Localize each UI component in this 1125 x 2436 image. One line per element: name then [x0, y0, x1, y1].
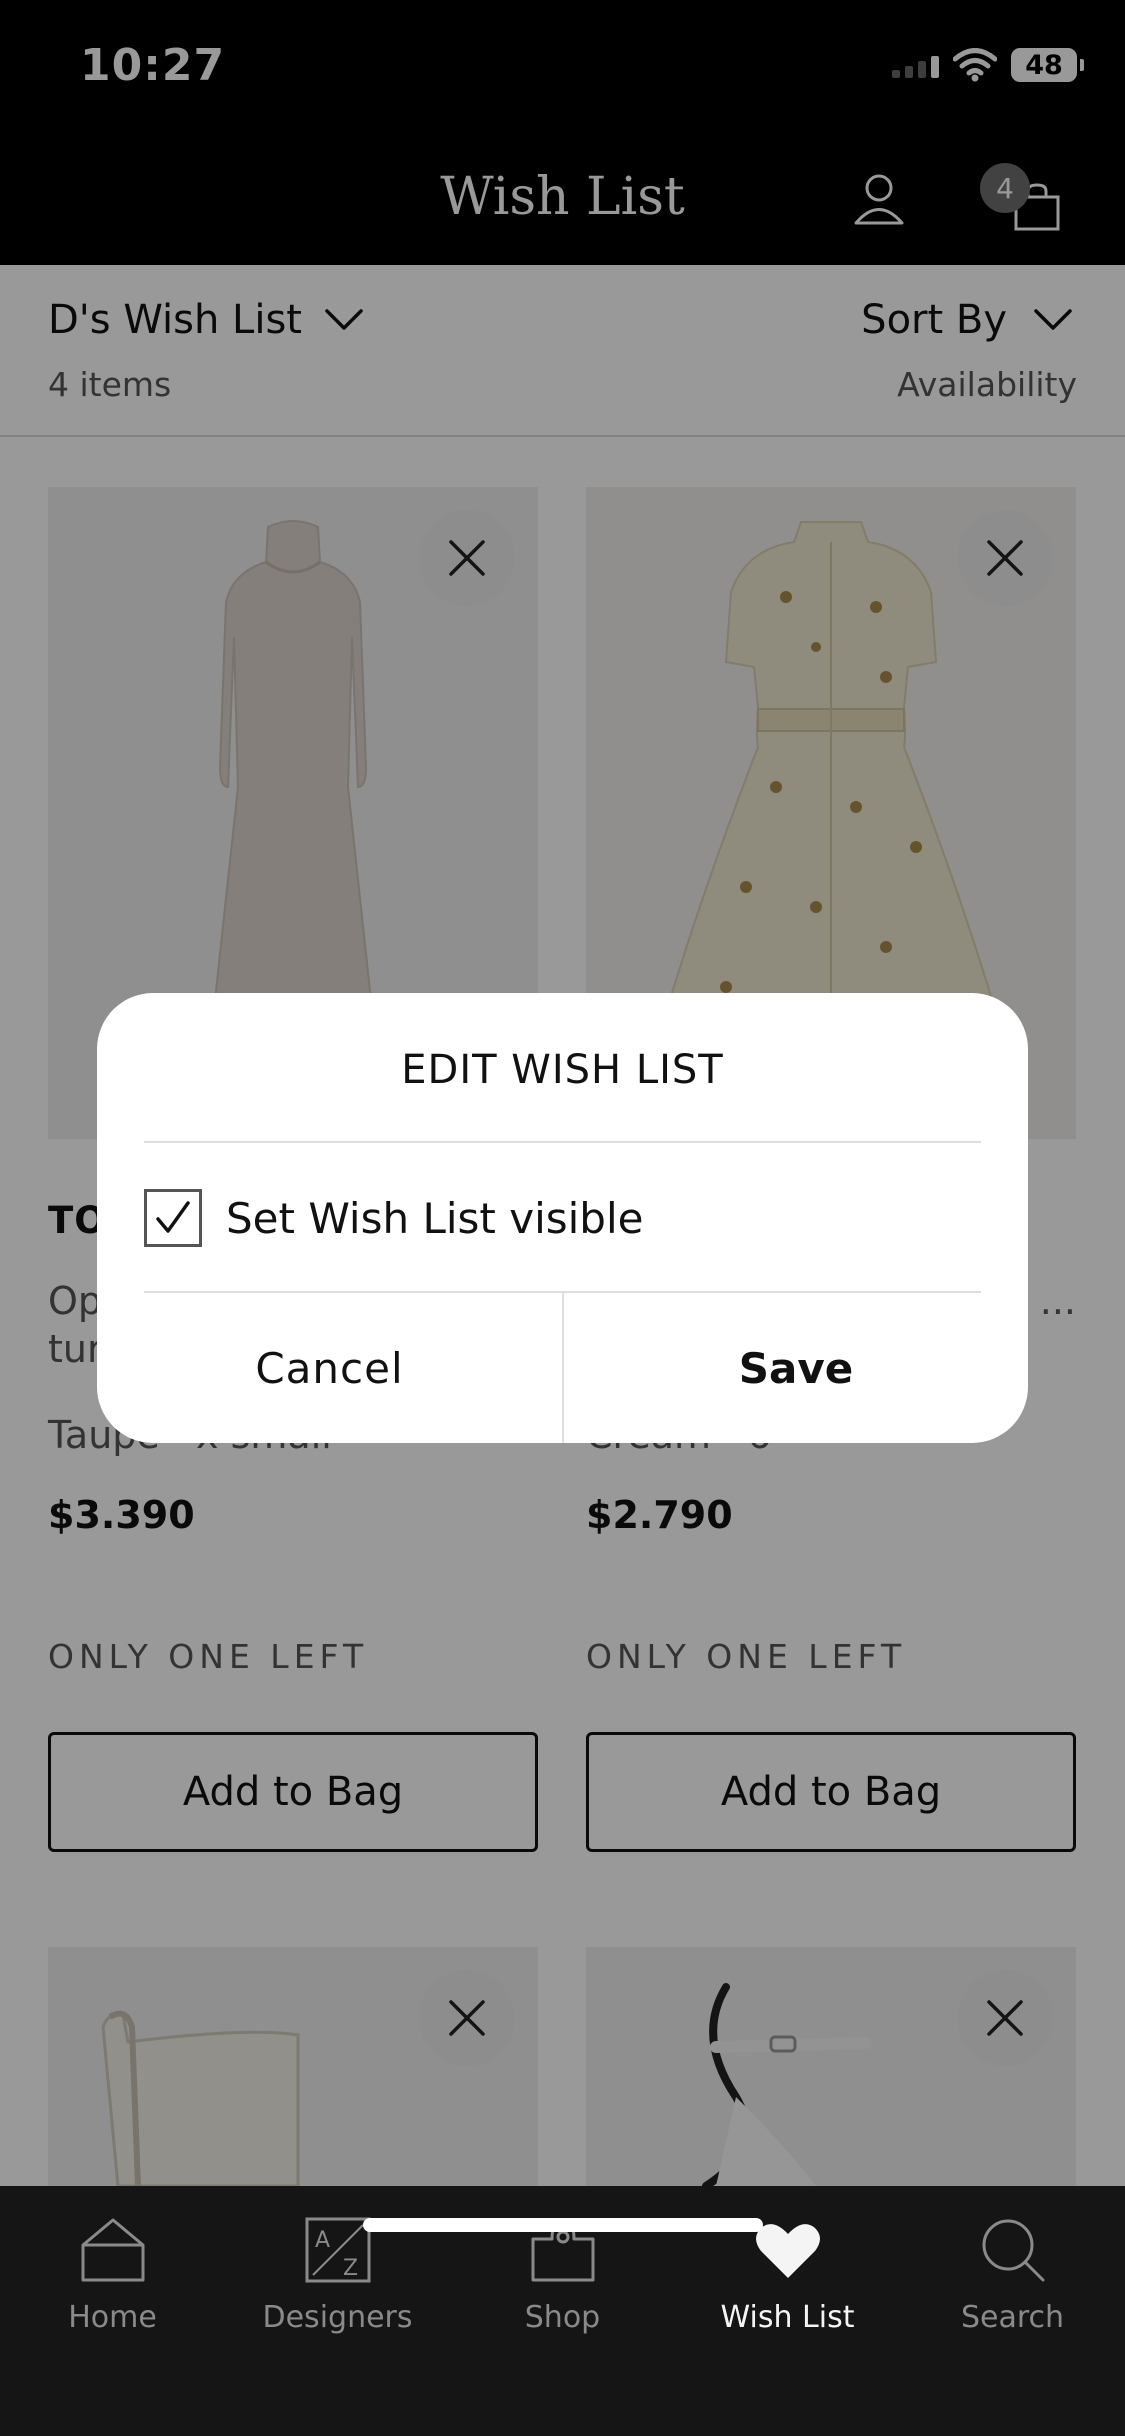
checkmark-icon: [156, 1201, 190, 1233]
tab-label: Search: [960, 2300, 1065, 2335]
tab-home[interactable]: Home: [0, 2210, 225, 2360]
home-icon: [81, 2218, 144, 2282]
tab-label: Shop: [524, 2300, 601, 2335]
save-button[interactable]: Save: [564, 1293, 1028, 1443]
tab-wish-list[interactable]: Wish List: [675, 2210, 900, 2360]
visibility-checkbox[interactable]: [144, 1189, 202, 1247]
tab-label: Home: [68, 2300, 157, 2335]
az-icon: A Z: [305, 2217, 370, 2283]
search-icon: [982, 2219, 1044, 2282]
tab-shop[interactable]: Shop: [450, 2210, 675, 2360]
divider: [144, 1141, 981, 1143]
home-indicator[interactable]: [363, 2218, 763, 2232]
svg-text:A: A: [315, 2228, 330, 2253]
edit-wish-list-dialog: EDIT WISH LIST Set Wish List visible Can…: [97, 993, 1028, 1443]
visibility-option-label: Set Wish List visible: [226, 1193, 644, 1243]
dialog-title: EDIT WISH LIST: [401, 1047, 724, 1093]
visibility-option[interactable]: Set Wish List visible: [144, 1189, 643, 1247]
cancel-button[interactable]: Cancel: [97, 1293, 562, 1443]
tab-label: Wish List: [720, 2300, 855, 2335]
tab-search[interactable]: Search: [900, 2210, 1125, 2360]
svg-text:Z: Z: [343, 2256, 358, 2281]
tab-label: Designers: [262, 2300, 413, 2335]
tab-designers[interactable]: A Z Designers: [225, 2210, 450, 2360]
heart-icon: [755, 2224, 820, 2278]
